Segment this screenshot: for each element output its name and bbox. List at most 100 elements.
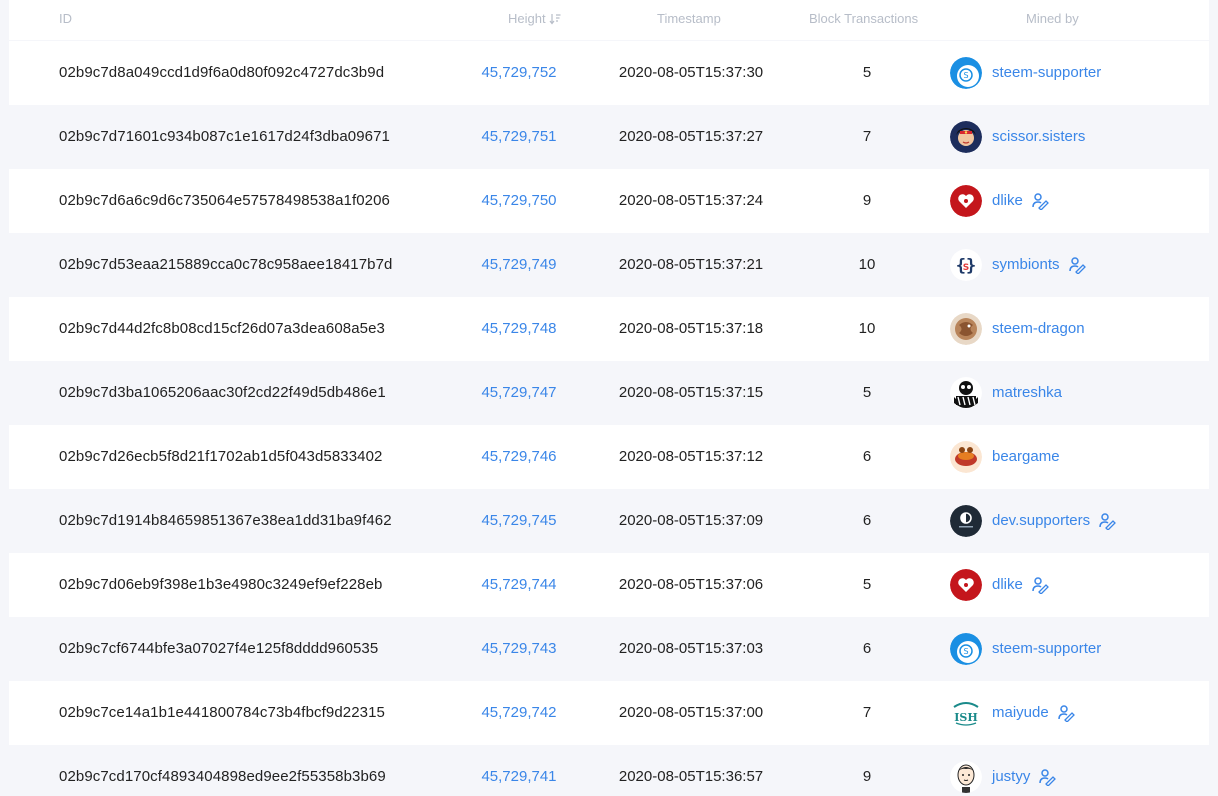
table-row: 02b9c7d6a6c9d6c735064e57578498538a1f0206…	[9, 169, 1209, 233]
table-row: 02b9c7cd170cf4893404898ed9ee2f55358b3b69…	[9, 745, 1209, 796]
table-row: 02b9c7d26ecb5f8d21f1702ab1d5f043d5833402…	[9, 425, 1209, 489]
matreshka-avatar[interactable]	[950, 377, 982, 409]
column-header-height-label: Height	[508, 11, 546, 26]
table-row: 02b9c7d3ba1065206aac30f2cd22f49d5db486e1…	[9, 361, 1209, 425]
miner-name-link[interactable]: beargame	[992, 448, 1060, 466]
table-row: 02b9c7d71601c934b087c1e1617d24f3dba09671…	[9, 105, 1209, 169]
block-timestamp: 2020-08-05T15:37:00	[618, 704, 764, 721]
maiyude-avatar[interactable]: ISH	[950, 697, 982, 729]
table-body: 02b9c7d8a049ccd1d9f6a0d80f092c4727dc3b9d…	[9, 41, 1209, 796]
block-id: 02b9c7cd170cf4893404898ed9ee2f55358b3b69	[59, 768, 386, 785]
block-height-link[interactable]: 45,729,746	[459, 448, 579, 466]
mined-by-cell: Ssteem-supporter	[950, 633, 1101, 665]
block-height-link[interactable]: 45,729,741	[459, 768, 579, 786]
block-id: 02b9c7d3ba1065206aac30f2cd22f49d5db486e1	[59, 384, 386, 401]
svg-text:S: S	[963, 71, 968, 80]
block-transactions-count: 6	[862, 448, 872, 465]
mined-by-cell: steem-dragon	[950, 313, 1085, 345]
miner-name-link[interactable]: scissor.sisters	[992, 128, 1085, 146]
svg-text:S: S	[963, 647, 968, 656]
miner-name-link[interactable]: matreshka	[992, 384, 1062, 402]
block-height-link[interactable]: 45,729,742	[459, 704, 579, 722]
block-height-link[interactable]: 45,729,745	[459, 512, 579, 530]
block-height-link[interactable]: 45,729,750	[459, 192, 579, 210]
mined-by-cell: Ssteem-supporter	[950, 57, 1101, 89]
block-height-link[interactable]: 45,729,752	[459, 64, 579, 82]
miner-name-link[interactable]: steem-supporter	[992, 64, 1101, 82]
steem-supporter-avatar[interactable]: S	[950, 633, 982, 665]
table-row: 02b9c7cf6744bfe3a07027f4e125f8dddd960535…	[9, 617, 1209, 681]
mined-by-cell: beargame	[950, 441, 1060, 473]
svg-text:S: S	[963, 263, 969, 273]
block-timestamp: 2020-08-05T15:36:57	[618, 768, 764, 785]
miner-name-link[interactable]: dlike	[992, 576, 1023, 594]
block-timestamp: 2020-08-05T15:37:09	[618, 512, 764, 529]
witness-user-icon	[1031, 192, 1049, 211]
symbionts-avatar[interactable]: {} S	[950, 249, 982, 281]
steem-supporter-avatar[interactable]: S	[950, 57, 982, 89]
block-timestamp: 2020-08-05T15:37:18	[618, 320, 764, 337]
block-id: 02b9c7d1914b84659851367e38ea1dd31ba9f462	[59, 512, 392, 529]
column-header-block-transactions: Block Transactions	[809, 11, 919, 26]
block-transactions-count: 10	[858, 256, 876, 273]
block-id: 02b9c7cf6744bfe3a07027f4e125f8dddd960535	[59, 640, 379, 657]
svg-text:ISH: ISH	[954, 711, 977, 724]
block-timestamp: 2020-08-05T15:37:30	[618, 64, 764, 81]
block-id: 02b9c7d26ecb5f8d21f1702ab1d5f043d5833402	[59, 448, 383, 465]
miner-name-link[interactable]: steem-dragon	[992, 320, 1085, 338]
block-height-link[interactable]: 45,729,749	[459, 256, 579, 274]
miner-name-link[interactable]: maiyude	[992, 704, 1049, 722]
block-timestamp: 2020-08-05T15:37:12	[618, 448, 764, 465]
dev-supporters-avatar[interactable]	[950, 505, 982, 537]
block-id: 02b9c7d71601c934b087c1e1617d24f3dba09671	[59, 128, 390, 145]
block-transactions-count: 9	[862, 192, 872, 209]
miner-name-link[interactable]: justyy	[992, 768, 1030, 786]
justyy-avatar[interactable]	[950, 761, 982, 793]
block-height-link[interactable]: 45,729,748	[459, 320, 579, 338]
block-id: 02b9c7d53eaa215889cca0c78c958aee18417b7d	[59, 256, 393, 273]
witness-user-icon	[1098, 512, 1117, 531]
steem-dragon-avatar[interactable]	[950, 313, 982, 345]
table-row: 02b9c7d8a049ccd1d9f6a0d80f092c4727dc3b9d…	[9, 41, 1209, 105]
mined-by-cell: dlike	[950, 185, 1049, 217]
witness-user-icon	[1068, 256, 1086, 275]
column-header-timestamp: Timestamp	[657, 11, 721, 26]
block-id: 02b9c7d06eb9f398e1b3e4980c3249ef9ef228eb	[59, 576, 383, 593]
block-timestamp: 2020-08-05T15:37:15	[618, 384, 764, 401]
block-timestamp: 2020-08-05T15:37:03	[618, 640, 764, 657]
block-height-link[interactable]: 45,729,747	[459, 384, 579, 402]
block-timestamp: 2020-08-05T15:37:24	[618, 192, 764, 209]
table-row: 02b9c7d44d2fc8b08cd15cf26d07a3dea608a5e3…	[9, 297, 1209, 361]
scissor-sisters-avatar[interactable]	[950, 121, 982, 153]
block-height-link[interactable]: 45,729,743	[459, 640, 579, 658]
block-transactions-count: 5	[862, 576, 872, 593]
column-header-id: ID	[59, 11, 72, 26]
miner-name-link[interactable]: steem-supporter	[992, 640, 1101, 658]
dlike-avatar[interactable]	[950, 569, 982, 601]
witness-user-icon	[1057, 704, 1075, 723]
block-timestamp: 2020-08-05T15:37:06	[618, 576, 764, 593]
witness-user-icon	[1038, 768, 1057, 787]
block-height-link[interactable]: 45,729,751	[459, 128, 579, 146]
table-row: 02b9c7d1914b84659851367e38ea1dd31ba9f462…	[9, 489, 1209, 553]
table-header: ID Height Timestamp Block Transactions M…	[9, 0, 1209, 40]
column-header-height[interactable]: Height	[508, 11, 561, 26]
beargame-avatar[interactable]	[950, 441, 982, 473]
dlike-avatar[interactable]	[950, 185, 982, 217]
block-height-link[interactable]: 45,729,744	[459, 576, 579, 594]
block-timestamp: 2020-08-05T15:37:27	[618, 128, 764, 145]
block-id: 02b9c7ce14a1b1e441800784c73b4fbcf9d22315	[59, 704, 385, 721]
sort-descending-icon[interactable]	[549, 13, 561, 25]
miner-name-link[interactable]: dev.supporters	[992, 512, 1090, 530]
witness-user-icon	[1031, 576, 1049, 595]
mined-by-cell: scissor.sisters	[950, 121, 1085, 153]
block-id: 02b9c7d44d2fc8b08cd15cf26d07a3dea608a5e3	[59, 320, 385, 337]
block-transactions-count: 5	[862, 384, 872, 401]
block-transactions-count: 5	[862, 64, 872, 81]
mined-by-cell: ISH maiyude	[950, 697, 1075, 729]
table-row: 02b9c7d06eb9f398e1b3e4980c3249ef9ef228eb…	[9, 553, 1209, 617]
block-id: 02b9c7d8a049ccd1d9f6a0d80f092c4727dc3b9d	[59, 64, 385, 81]
miner-name-link[interactable]: symbionts	[992, 256, 1060, 274]
mined-by-cell: {} S symbionts	[950, 249, 1086, 281]
miner-name-link[interactable]: dlike	[992, 192, 1023, 210]
